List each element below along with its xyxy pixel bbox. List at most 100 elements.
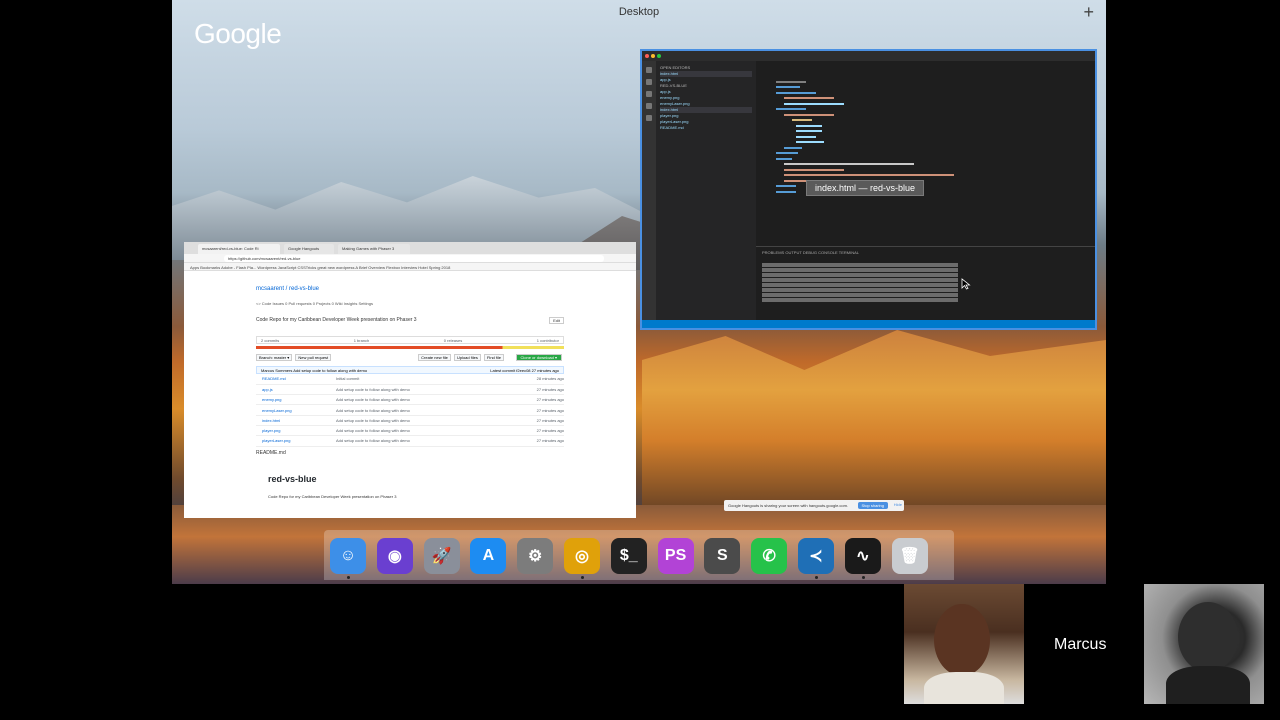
commits-link[interactable]: 2 commits [261, 338, 279, 343]
address-bar[interactable]: https://github.com/mcsaarent/red-vs-blue [224, 255, 604, 262]
file-commit[interactable]: Add setup code to follow along with demo [336, 415, 503, 426]
close-icon[interactable] [645, 54, 649, 58]
wallpaper-hills [642, 330, 1106, 520]
browser-tab[interactable]: Making Games with Phaser 3 [338, 244, 410, 254]
readme-header: README.md [256, 449, 286, 456]
edit-button[interactable]: Edit [549, 317, 564, 324]
branch-select[interactable]: Branch: master ▾ [256, 354, 293, 361]
vscode-window[interactable]: OPEN EDITORS index.html app.js RED-VS-BL… [640, 49, 1097, 330]
participant-thumbnail[interactable] [904, 584, 1024, 704]
file-commit[interactable]: Add setup code to follow along with demo [336, 404, 503, 416]
terminal-icon[interactable]: $_ [610, 538, 647, 574]
upload-files-button[interactable]: Upload files [453, 354, 481, 361]
clone-button[interactable]: Clone or download ▾ [515, 354, 562, 361]
chrome-icon[interactable]: ◎ [564, 538, 600, 574]
vscode-editor[interactable] [756, 61, 1095, 246]
table-row: enemyLaser.png Add setup code to follow … [256, 404, 564, 416]
file-age: 27 minutes ago [502, 404, 564, 416]
running-indicator [581, 576, 584, 579]
launchpad-icon[interactable]: 🚀 [423, 538, 460, 574]
system-preferences-icon[interactable]: ⚙ [517, 538, 554, 574]
hide-button[interactable]: Hide [894, 502, 902, 507]
shared-screen: Desktop + Google OPEN EDITORS index.html… [172, 0, 1106, 584]
minimize-icon[interactable] [651, 54, 655, 58]
add-desktop-button[interactable]: + [1083, 2, 1094, 23]
file-age: 27 minutes ago [502, 435, 564, 447]
search-icon[interactable] [646, 79, 652, 85]
file-table: README.md Initial commit 28 minutes ago … [256, 374, 564, 447]
sublime-text-icon[interactable]: S [704, 538, 741, 574]
repo-name[interactable]: mcsaarent / red-vs-blue [256, 286, 564, 292]
repo-stats: 2 commits 1 branch 0 releases 1 contribu… [256, 336, 564, 344]
file-name[interactable]: index.html [256, 415, 336, 426]
desktop-title: Desktop [618, 6, 660, 18]
maximize-icon[interactable] [657, 54, 661, 58]
repo-tabs[interactable]: <> Code Issues 0 Pull requests 0 Project… [256, 301, 564, 308]
readme-text: Code Repo for my Caribbean Developer Wee… [268, 493, 397, 499]
participant-thumbnail-self[interactable] [1144, 584, 1264, 704]
file-name[interactable]: player.png [256, 425, 336, 437]
chrome-window[interactable]: mcsaarent/red-vs-blue: Code Ri Google Ha… [184, 242, 636, 518]
bookmarks-bar[interactable]: Apps Bookmarks Adobe - Flash Pla... Word… [184, 263, 636, 271]
language-bar [256, 346, 564, 349]
table-row: playerLaser.png Add setup code to follow… [256, 435, 564, 447]
finder-icon[interactable]: ☺ [330, 538, 366, 574]
repo-description: Code Repo for my Caribbean Developer Wee… [256, 317, 564, 324]
table-row: index.html Add setup code to follow alon… [256, 415, 564, 426]
file-name[interactable]: app.js [256, 384, 336, 396]
latest-commit: Marcus Sommers Add setup code to follow … [256, 366, 564, 374]
branch-toolbar: Branch: master ▾ New pull request Create… [256, 354, 564, 362]
app-store-icon[interactable]: A [470, 538, 507, 574]
git-icon[interactable] [646, 91, 652, 97]
browser-tab[interactable]: Google Hangouts [284, 244, 334, 254]
commit-message[interactable]: Marcus Sommers Add setup code to follow … [261, 368, 367, 373]
file-commit[interactable]: Add setup code to follow along with demo [336, 384, 503, 396]
file-commit[interactable]: Initial commit [336, 374, 503, 385]
participant-body [1166, 666, 1250, 704]
vscode-titlebar [642, 51, 1095, 61]
debug-icon[interactable] [646, 103, 652, 109]
repo-description-text: Code Repo for my Caribbean Developer Wee… [256, 317, 417, 323]
file-name[interactable]: playerLaser.png [256, 435, 336, 447]
table-row: player.png Add setup code to follow alon… [256, 425, 564, 437]
siri-icon[interactable]: ◉ [376, 538, 413, 574]
file-commit[interactable]: Add setup code to follow along with demo [336, 435, 503, 447]
extensions-icon[interactable] [646, 115, 652, 121]
files-icon[interactable] [646, 67, 652, 73]
github-repo-page: mcsaarent / red-vs-blue <> Code Issues 0… [256, 286, 564, 499]
file-age: 27 minutes ago [502, 415, 564, 426]
explorer-item[interactable]: README.md [660, 125, 752, 131]
contributors-link[interactable]: 1 contributor [537, 338, 559, 343]
participant-name: Marcus [1054, 636, 1107, 653]
participant-shirt [924, 672, 1004, 704]
running-indicator [347, 576, 350, 579]
releases-link[interactable]: 0 releases [444, 338, 462, 343]
file-name[interactable]: enemy.png [256, 394, 336, 406]
panel-tabs[interactable]: PROBLEMS OUTPUT DEBUG CONSOLE TERMINAL [762, 250, 1089, 255]
mouse-cursor-icon [961, 278, 971, 290]
whatsapp-icon[interactable]: ✆ [751, 538, 788, 574]
stop-sharing-button[interactable]: Stop sharing [857, 502, 888, 509]
vscode-icon[interactable]: ≺ [798, 538, 834, 574]
chrome-tab-strip: mcsaarent/red-vs-blue: Code Ri Google Ha… [184, 242, 636, 254]
participant-face [934, 604, 990, 676]
file-name[interactable]: README.md [256, 374, 336, 385]
google-logo: Google [194, 18, 282, 49]
terminal-output [762, 263, 1089, 302]
readme-title: red-vs-blue [268, 473, 317, 484]
phpstorm-icon[interactable]: PS [657, 538, 694, 574]
editor-tooltip: index.html — red-vs-blue [806, 180, 925, 196]
browser-tab[interactable]: mcsaarent/red-vs-blue: Code Ri [198, 244, 280, 254]
create-file-button[interactable]: Create new file [418, 354, 451, 361]
trash-icon[interactable]: 🗑 [891, 538, 928, 574]
activity-monitor-icon[interactable]: ∿ [844, 538, 881, 574]
share-notice-text: Google Hangouts is sharing your screen w… [728, 503, 849, 508]
new-pull-request-button[interactable]: New pull request [295, 354, 332, 361]
find-file-button[interactable]: Find file [483, 354, 504, 361]
branches-link[interactable]: 1 branch [354, 338, 370, 343]
vscode-terminal-panel[interactable]: PROBLEMS OUTPUT DEBUG CONSOLE TERMINAL [756, 246, 1095, 320]
commit-meta: Latest commit f2eec08 27 minutes ago [490, 368, 559, 373]
file-name[interactable]: enemyLaser.png [256, 404, 336, 416]
file-commit[interactable]: Add setup code to follow along with demo [336, 425, 503, 437]
file-commit[interactable]: Add setup code to follow along with demo [336, 394, 503, 406]
